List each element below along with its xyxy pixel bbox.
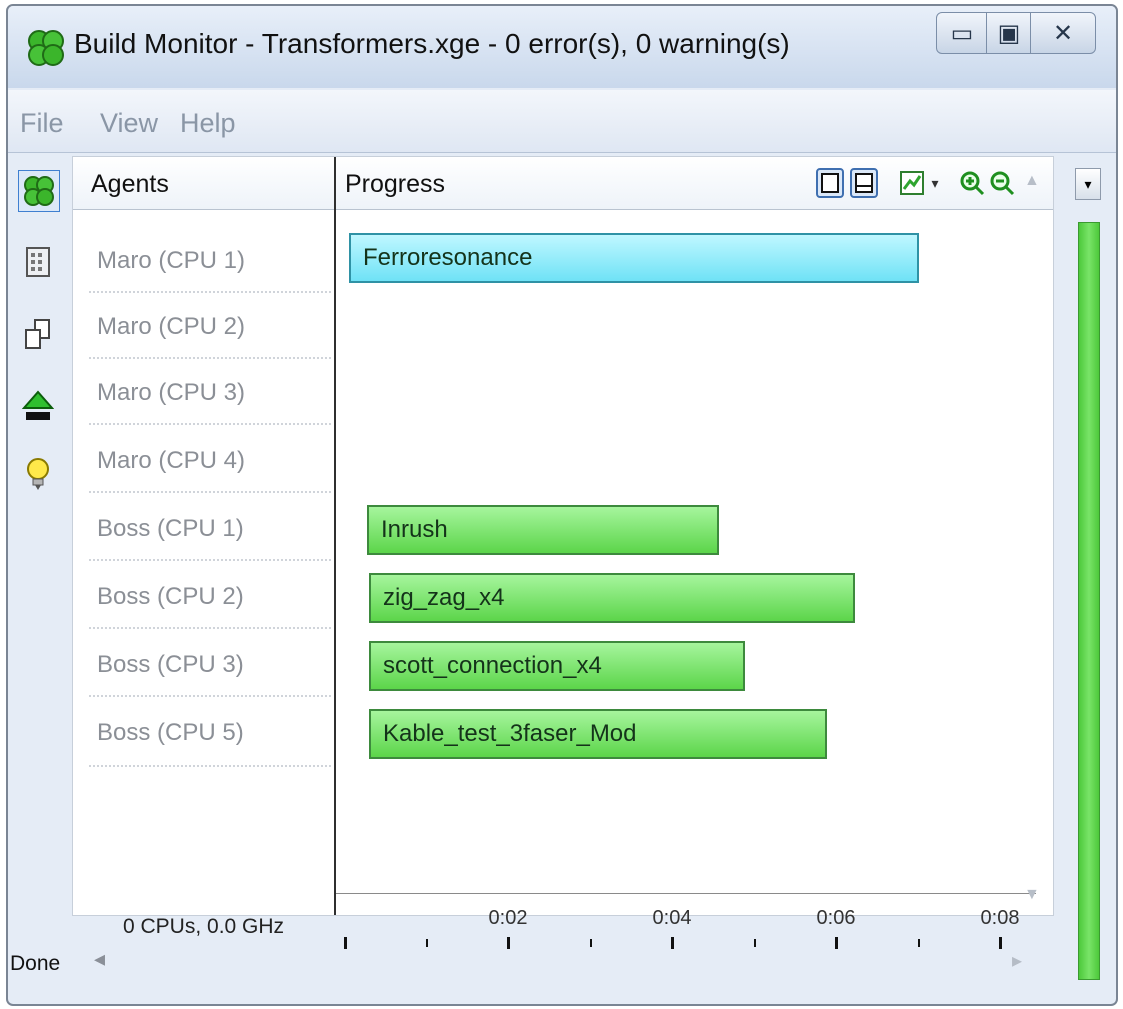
progress-column-header[interactable]: Progress bbox=[345, 170, 445, 199]
app-icon bbox=[28, 30, 64, 66]
tick-mark bbox=[835, 937, 838, 949]
agents-column-header[interactable]: Agents bbox=[91, 170, 169, 199]
lightbulb-icon bbox=[27, 458, 49, 490]
row-separator bbox=[89, 357, 331, 359]
layout-horizontal-icon bbox=[850, 168, 878, 198]
chart-dropdown[interactable]: ▾ bbox=[927, 167, 943, 199]
tick-label: 0:04 bbox=[652, 907, 692, 929]
dropdown-arrow-icon: ▾ bbox=[931, 174, 939, 191]
tick-mark bbox=[671, 937, 674, 949]
agent-row[interactable]: Maro (CPU 2) bbox=[97, 313, 245, 341]
close-icon: ✕ bbox=[1052, 19, 1074, 47]
agent-row[interactable]: Boss (CPU 2) bbox=[97, 583, 244, 611]
task-bar-kable-test[interactable]: Kable_test_3faser_Mod bbox=[369, 709, 827, 759]
lightbulb-button[interactable] bbox=[18, 454, 58, 494]
agent-row[interactable]: Maro (CPU 3) bbox=[97, 379, 245, 407]
menu-bar: File View Help bbox=[8, 90, 1116, 153]
minimize-icon: ▭ bbox=[950, 19, 974, 47]
agent-row[interactable]: Boss (CPU 3) bbox=[97, 651, 244, 679]
close-button[interactable]: ✕ bbox=[1030, 12, 1096, 54]
tree-icon bbox=[22, 390, 54, 420]
tick-mark bbox=[590, 939, 592, 947]
zoom-in-button[interactable] bbox=[957, 167, 987, 199]
maximize-button[interactable]: ▣ bbox=[986, 12, 1032, 54]
row-separator bbox=[89, 291, 331, 293]
menu-file[interactable]: File bbox=[20, 108, 64, 139]
menu-view[interactable]: View bbox=[100, 108, 158, 139]
tick-mark bbox=[999, 937, 1002, 949]
left-toolbar bbox=[12, 164, 64, 490]
agent-row[interactable]: Maro (CPU 4) bbox=[97, 447, 245, 475]
cpu-load-scrollbar[interactable]: ▾ bbox=[1072, 166, 1102, 986]
chart-icon bbox=[900, 171, 924, 195]
minimize-button[interactable]: ▭ bbox=[936, 12, 988, 54]
task-bar-zig-zag[interactable]: zig_zag_x4 bbox=[369, 573, 855, 623]
agent-row[interactable]: Boss (CPU 5) bbox=[97, 719, 244, 747]
grid-scroll-up-icon[interactable]: ▲ bbox=[1024, 172, 1040, 190]
tick-mark bbox=[344, 937, 347, 949]
cpu-summary: 0 CPUs, 0.0 GHz bbox=[123, 915, 285, 938]
status-text: Done bbox=[10, 952, 61, 975]
scrollbar-dropdown-button[interactable]: ▾ bbox=[1075, 168, 1101, 200]
tick-mark bbox=[918, 939, 920, 947]
time-axis: 0:02 0:04 0:06 0:08 bbox=[336, 893, 1036, 949]
tick-mark bbox=[426, 939, 428, 947]
tree-button[interactable] bbox=[18, 386, 58, 426]
calculator-icon bbox=[26, 247, 50, 277]
zoom-in-icon bbox=[960, 171, 985, 196]
row-separator bbox=[89, 695, 331, 697]
row-separator bbox=[89, 765, 331, 767]
task-bar-scott-connection[interactable]: scott_connection_x4 bbox=[369, 641, 745, 691]
column-divider[interactable] bbox=[334, 157, 336, 915]
horizontal-layout-button[interactable] bbox=[849, 167, 879, 199]
tick-label: 0:08 bbox=[980, 907, 1020, 929]
layout-vertical-icon bbox=[816, 168, 844, 198]
title-bar: Build Monitor - Transformers.xge - 0 err… bbox=[8, 6, 1116, 88]
menu-help[interactable]: Help bbox=[180, 108, 236, 139]
monitor-button[interactable] bbox=[18, 170, 60, 212]
build-monitor-window: Build Monitor - Transformers.xge - 0 err… bbox=[6, 4, 1118, 1006]
copy-button[interactable] bbox=[18, 314, 58, 354]
calculator-button[interactable] bbox=[18, 242, 58, 282]
chart-button[interactable] bbox=[897, 167, 927, 199]
tick-label: 0:02 bbox=[488, 907, 528, 929]
vertical-layout-button[interactable] bbox=[815, 167, 845, 199]
row-separator bbox=[89, 423, 331, 425]
axis-line bbox=[336, 893, 1036, 894]
agent-row[interactable]: Boss (CPU 1) bbox=[97, 515, 244, 543]
row-separator bbox=[89, 627, 331, 629]
task-bar-ferroresonance[interactable]: Ferroresonance bbox=[349, 233, 919, 283]
monitor-icon bbox=[24, 176, 54, 206]
window-title: Build Monitor - Transformers.xge - 0 err… bbox=[74, 28, 790, 59]
monitor-grid: Agents Progress ▾ Maro (CPU 1) Maro (CPU… bbox=[72, 156, 1054, 949]
column-header-row: Agents Progress ▾ bbox=[73, 157, 1053, 210]
zoom-out-icon bbox=[990, 171, 1015, 196]
row-separator bbox=[89, 491, 331, 493]
copy-icon bbox=[25, 319, 50, 349]
maximize-icon: ▣ bbox=[997, 19, 1021, 47]
tick-mark bbox=[507, 937, 510, 949]
grid-scroll-down-icon[interactable]: ▼ bbox=[1024, 886, 1040, 904]
chevron-down-icon: ▾ bbox=[1084, 175, 1092, 192]
row-separator bbox=[89, 559, 331, 561]
zoom-out-button[interactable] bbox=[987, 167, 1017, 199]
scroll-right-icon[interactable]: ▸ bbox=[1012, 948, 1022, 973]
tick-mark bbox=[754, 939, 756, 947]
cpu-load-meter bbox=[1078, 222, 1100, 980]
scroll-left-icon[interactable]: ◂ bbox=[94, 946, 105, 972]
task-bar-inrush[interactable]: Inrush bbox=[367, 505, 719, 555]
agent-row[interactable]: Maro (CPU 1) bbox=[97, 247, 245, 275]
tick-label: 0:06 bbox=[816, 907, 856, 929]
